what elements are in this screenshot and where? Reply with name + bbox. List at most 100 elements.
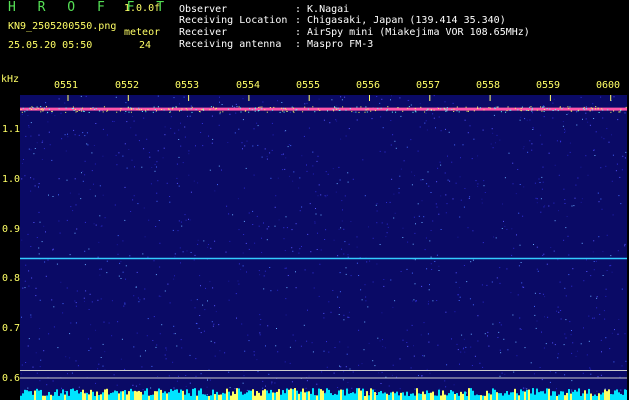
bottom-noise-bar [302, 388, 304, 400]
bottom-noise-bar [320, 389, 322, 400]
carrier-speckle [613, 110, 615, 112]
noise-dot [211, 115, 213, 117]
noise-dot [148, 152, 150, 153]
noise-dot [343, 371, 345, 373]
bottom-noise-bar [108, 394, 110, 400]
bottom-noise-bar [364, 395, 366, 400]
bottom-noise-bar [250, 390, 252, 400]
noise-dot [594, 155, 596, 156]
bottom-noise-bar [384, 392, 386, 400]
noise-dot [402, 227, 404, 229]
bottom-noise-bar [56, 389, 58, 400]
noise-dot [124, 219, 126, 221]
noise-dot [339, 365, 340, 367]
spectrogram-plot [20, 95, 627, 400]
bottom-noise-bar [454, 394, 456, 400]
noise-dot [459, 176, 461, 178]
noise-dot [347, 254, 349, 256]
noise-dot [99, 185, 101, 187]
noise-dot [382, 339, 383, 341]
noise-dot [365, 300, 367, 302]
noise-dot [262, 387, 264, 389]
noise-dot [440, 195, 442, 197]
noise-dot [553, 98, 555, 100]
noise-dot [519, 244, 521, 246]
bottom-noise-bar [142, 394, 144, 400]
noise-dot [38, 253, 40, 255]
noise-dot [180, 262, 181, 264]
noise-dot [203, 330, 205, 332]
bottom-noise-bar [616, 389, 618, 400]
noise-dot [369, 392, 370, 394]
noise-dot [541, 331, 542, 333]
bottom-noise-bar [36, 388, 38, 400]
noise-dot [327, 173, 329, 175]
noise-dot [469, 125, 471, 127]
bottom-noise-bar [450, 390, 452, 400]
bottom-noise-bar [508, 394, 510, 400]
noise-dot [69, 192, 71, 194]
carrier-speckle [497, 106, 499, 108]
noise-dot [51, 112, 53, 114]
noise-dot [375, 204, 377, 206]
noise-dot [542, 293, 544, 295]
noise-dot [176, 163, 178, 165]
bottom-noise-bar [590, 393, 592, 400]
bottom-noise-bar [144, 390, 146, 400]
noise-dot [613, 96, 615, 98]
carrier-speckle [591, 109, 593, 111]
noise-dot [621, 288, 623, 290]
noise-dot [102, 365, 104, 367]
noise-dot [102, 343, 104, 345]
noise-dot [194, 307, 196, 309]
noise-dot [295, 340, 297, 342]
noise-dot [462, 144, 464, 146]
carrier-speckle [281, 107, 283, 109]
y-tick-label: 0.6 [2, 373, 21, 384]
bottom-noise-bar [542, 391, 544, 400]
noise-dot [314, 222, 316, 224]
noise-dot [176, 345, 178, 347]
noise-dot [32, 366, 34, 368]
carrier-speckle [156, 110, 157, 112]
noise-dot [463, 338, 465, 340]
noise-dot [536, 246, 538, 248]
noise-dot [456, 343, 458, 345]
noise-dot [148, 219, 150, 221]
noise-dot [100, 357, 102, 358]
noise-dot [306, 102, 308, 104]
carrier-speckle [22, 107, 24, 109]
bottom-noise-bar [256, 391, 258, 400]
noise-dot [119, 262, 121, 264]
noise-dot [295, 287, 297, 289]
noise-dot [170, 116, 172, 118]
noise-dot [562, 125, 564, 127]
bottom-noise-bar [268, 393, 270, 400]
noise-dot [157, 150, 159, 152]
noise-dot [324, 239, 326, 240]
noise-dot [157, 95, 159, 97]
noise-dot [519, 317, 521, 319]
noise-dot [304, 103, 306, 105]
noise-dot [247, 334, 249, 336]
noise-dot [572, 268, 574, 270]
carrier-speckle [172, 106, 174, 108]
noise-dot [94, 195, 96, 197]
noise-dot [361, 299, 363, 301]
carrier-speckle [202, 108, 204, 110]
noise-dot [38, 211, 40, 213]
noise-dot [154, 170, 156, 172]
noise-dot [115, 154, 117, 156]
bottom-noise-bar [492, 388, 494, 400]
noise-dot [394, 212, 396, 214]
carrier-speckle [456, 106, 458, 108]
bottom-noise-bar [464, 391, 466, 400]
noise-dot [123, 305, 125, 307]
noise-dot [428, 341, 430, 343]
noise-dot [571, 352, 573, 354]
carrier-speckle [20, 109, 22, 111]
noise-dot [534, 182, 536, 184]
noise-dot [555, 372, 557, 374]
noise-dot [533, 128, 534, 130]
noise-dot [378, 372, 380, 374]
